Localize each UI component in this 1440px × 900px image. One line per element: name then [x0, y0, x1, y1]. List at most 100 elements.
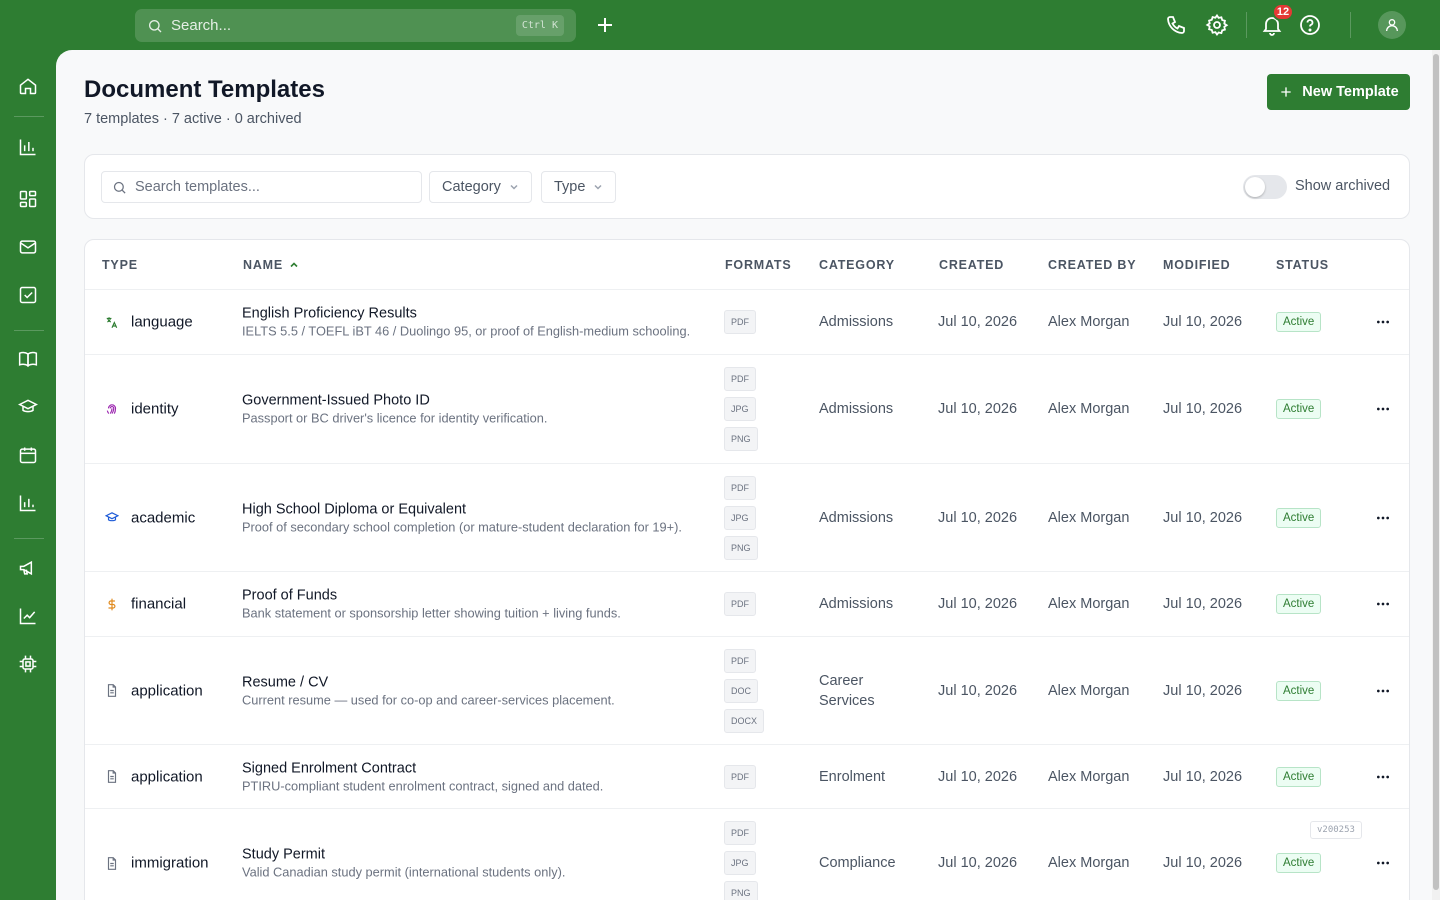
avatar[interactable]: [1378, 11, 1406, 39]
template-name[interactable]: Study Permit: [242, 847, 712, 863]
more-options-icon[interactable]: [1375, 510, 1391, 526]
type-cell: language: [105, 314, 193, 331]
table-row[interactable]: language English Proficiency Results IEL…: [85, 290, 1409, 355]
mail-icon[interactable]: [18, 237, 38, 257]
created-cell: Jul 10, 2026: [938, 401, 1018, 417]
name-cell[interactable]: Study Permit Valid Canadian study permit…: [242, 847, 712, 880]
table-row[interactable]: application Signed Enrolment Contract PT…: [85, 745, 1409, 809]
column-header-category[interactable]: CATEGORY: [819, 258, 895, 272]
show-archived-toggle[interactable]: [1243, 175, 1287, 199]
table-row[interactable]: identity Government-Issued Photo ID Pass…: [85, 355, 1409, 464]
template-description: Bank statement or sponsorship letter sho…: [242, 605, 621, 621]
column-header-formats[interactable]: FORMATS: [725, 258, 791, 272]
topbar-divider: [1350, 12, 1351, 38]
more-options-icon[interactable]: [1375, 769, 1391, 785]
format-tag: JPG: [724, 397, 756, 421]
type-label: identity: [131, 400, 179, 418]
name-cell[interactable]: Signed Enrolment Contract PTIRU-complian…: [242, 760, 712, 793]
book-icon[interactable]: [18, 349, 38, 369]
column-header-status[interactable]: STATUS: [1276, 258, 1329, 272]
formats-cell: PDF: [724, 764, 756, 789]
search-icon: [113, 181, 126, 194]
dollar-icon: [108, 598, 116, 610]
megaphone-icon[interactable]: [18, 558, 38, 578]
more-options-icon[interactable]: [1375, 401, 1391, 417]
plus-icon[interactable]: [593, 13, 617, 37]
home-icon[interactable]: [18, 76, 38, 96]
name-cell[interactable]: Proof of Funds Bank statement or sponsor…: [242, 588, 712, 621]
status-badge: Active: [1276, 312, 1322, 332]
type-dropdown[interactable]: Type: [541, 171, 617, 203]
more-options-icon[interactable]: [1375, 855, 1391, 871]
category-cell: Career Services: [819, 672, 875, 709]
scrollbar-thumb[interactable]: [1433, 54, 1439, 890]
tasks-icon[interactable]: [18, 285, 38, 305]
created-cell: Jul 10, 2026: [938, 768, 1018, 785]
global-search-input[interactable]: Search... Ctrl K: [135, 9, 576, 42]
document-icon: [107, 684, 117, 697]
trend-icon[interactable]: [18, 606, 38, 626]
status-badge: Active: [1276, 399, 1322, 419]
gear-icon[interactable]: [1205, 13, 1229, 37]
table-row[interactable]: application Resume / CV Current resume —…: [85, 637, 1409, 745]
created-cell: Jul 10, 2026: [938, 855, 1018, 871]
template-name[interactable]: Government-Issued Photo ID: [242, 393, 712, 409]
name-cell[interactable]: High School Diploma or Equivalent Proof …: [242, 501, 712, 534]
modified-cell: Jul 10, 2026: [1163, 314, 1243, 330]
help-icon[interactable]: [1298, 13, 1322, 37]
category-cell: Compliance: [819, 855, 896, 871]
more-options-icon[interactable]: [1375, 314, 1391, 330]
type-label: language: [131, 313, 193, 331]
status-badge: Active: [1276, 853, 1322, 873]
type-label: academic: [131, 509, 196, 526]
more-options-icon[interactable]: [1375, 596, 1391, 612]
format-tag: PDF: [724, 648, 756, 673]
modified-cell: Jul 10, 2026: [1163, 401, 1243, 417]
template-search-input[interactable]: Search templates...: [101, 171, 422, 203]
category-dropdown[interactable]: Category: [429, 171, 532, 203]
modified-cell: Jul 10, 2026: [1163, 509, 1243, 526]
table-row[interactable]: financial Proof of Funds Bank statement …: [85, 572, 1409, 637]
translate-icon: [106, 316, 118, 328]
analytics-icon[interactable]: [18, 137, 38, 157]
modified-cell: Jul 10, 2026: [1163, 596, 1243, 612]
template-description: PTIRU-compliant student enrolment contra…: [242, 778, 604, 793]
type-label: immigration: [131, 854, 209, 872]
format-tag: DOC: [724, 678, 758, 703]
column-header-type[interactable]: TYPE: [102, 258, 138, 272]
template-name[interactable]: English Proficiency Results: [242, 306, 712, 322]
column-header-modified[interactable]: MODIFIED: [1163, 258, 1231, 272]
new-template-button[interactable]: New Template: [1267, 74, 1410, 110]
category-cell: Admissions: [819, 314, 894, 330]
table-row[interactable]: academic High School Diploma or Equivale…: [85, 464, 1409, 572]
formats-cell: PDF DOC DOCX: [724, 648, 765, 733]
user-icon: [1386, 19, 1398, 32]
phone-icon[interactable]: [1165, 13, 1189, 37]
name-cell[interactable]: Resume / CV Current resume — used for co…: [242, 674, 712, 707]
format-tag: PDF: [724, 592, 756, 616]
scrollbar[interactable]: [1432, 50, 1440, 900]
created-by-cell: Alex Morgan: [1048, 855, 1130, 871]
category-dropdown-label: Category: [442, 179, 501, 195]
reports-icon[interactable]: [18, 493, 38, 513]
dashboard-icon[interactable]: [18, 189, 38, 209]
name-cell[interactable]: Government-Issued Photo ID Passport or B…: [242, 393, 712, 426]
graduation-cap-icon[interactable]: [18, 397, 38, 417]
table-row[interactable]: immigration Study Permit Valid Canadian …: [85, 809, 1409, 900]
template-name[interactable]: Resume / CV: [242, 674, 712, 690]
template-name[interactable]: High School Diploma or Equivalent: [242, 501, 712, 517]
column-header-created[interactable]: CREATED: [939, 258, 1004, 272]
formats-cell: PDF: [724, 310, 756, 334]
format-tag: PNG: [724, 881, 758, 900]
name-cell[interactable]: English Proficiency Results IELTS 5.5 / …: [242, 306, 712, 339]
column-header-created-by[interactable]: CREATED BY: [1048, 258, 1136, 272]
type-cell: immigration: [105, 855, 209, 872]
formats-cell: PDF JPG PNG: [724, 475, 758, 560]
template-name[interactable]: Proof of Funds: [242, 588, 712, 604]
chip-icon[interactable]: [18, 654, 38, 674]
format-tag: JPG: [724, 505, 756, 530]
template-name[interactable]: Signed Enrolment Contract: [242, 760, 712, 776]
calendar-icon[interactable]: [18, 445, 38, 465]
column-header-name[interactable]: NAME: [243, 258, 299, 272]
more-options-icon[interactable]: [1375, 683, 1391, 699]
